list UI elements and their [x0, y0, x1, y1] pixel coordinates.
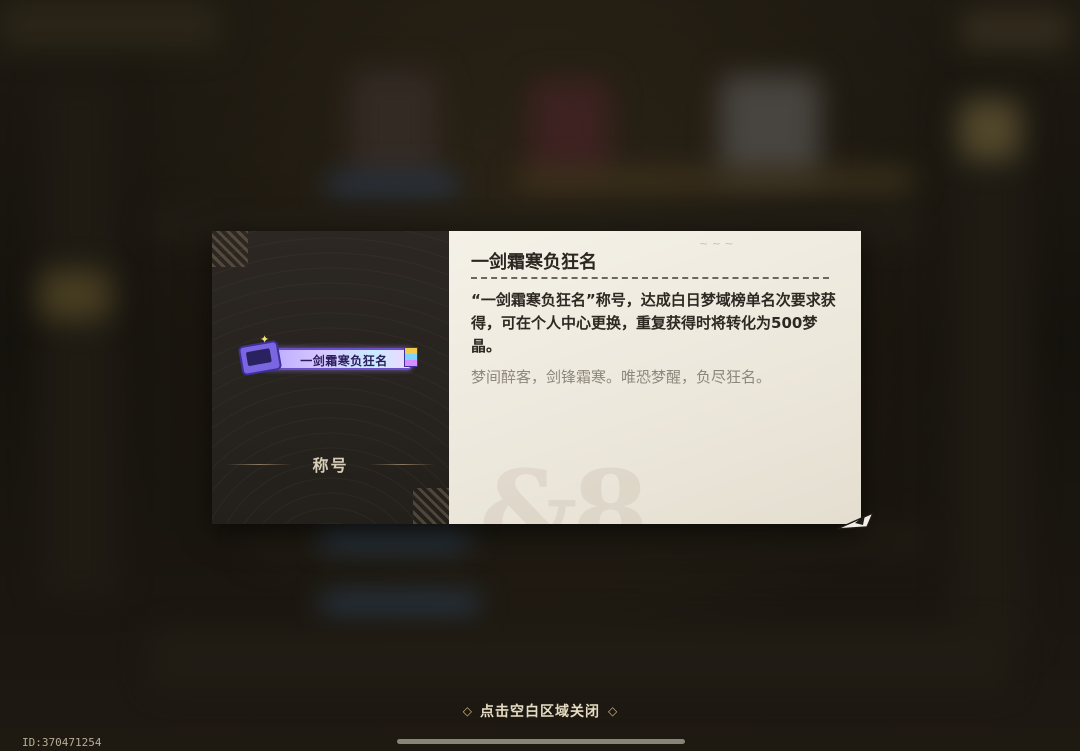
divider — [226, 463, 293, 465]
diamond-icon: ◇ — [462, 704, 472, 718]
item-info-pane: &8 ~ ~ ~ 一剑霜寒负狂名 “一剑霜寒负狂名”称号，达成白日梦域榜单名次要… — [449, 231, 861, 524]
page-curl-icon[interactable] — [833, 509, 877, 531]
sparkle-icon: ✦ — [260, 333, 270, 346]
corner-ornament — [212, 231, 248, 267]
item-description: “一剑霜寒负狂名”称号，达成白日梦域榜单名次要求获得，可在个人中心更换，重复获得… — [471, 291, 836, 355]
item-flavor-text: 梦间醉客，剑锋霜寒。唯恐梦醒，负尽狂名。 — [471, 368, 772, 386]
diamond-icon: ◇ — [608, 704, 618, 718]
close-hint-label: 点击空白区域关闭 — [480, 704, 600, 720]
background-scribble: ~ ~ ~ — [699, 237, 734, 250]
title-badge-text: 一剑霜寒负狂名 — [300, 354, 388, 368]
background-watermark: &8 — [479, 446, 649, 524]
dashed-divider — [471, 277, 829, 279]
close-hint-button[interactable]: ◇ 点击空白区域关闭 ◇ — [0, 699, 1080, 723]
title-badge: 一剑霜寒负狂名 ✦ — [237, 333, 420, 379]
player-id: ID:370471254 — [22, 736, 102, 749]
corner-ornament — [413, 488, 449, 524]
item-name: 一剑霜寒负狂名 — [471, 252, 597, 273]
divider — [368, 463, 435, 465]
home-indicator[interactable] — [397, 739, 685, 744]
item-category-label: 称号 — [312, 456, 349, 475]
cube-icon — [404, 347, 418, 367]
item-preview-pane: 一剑霜寒负狂名 ✦ 称号 — [212, 231, 449, 524]
title-detail-popup: 一剑霜寒负狂名 ✦ 称号 &8 ~ ~ ~ 一剑霜寒负狂名 “一剑霜寒负狂名”称… — [212, 231, 875, 530]
item-category: 称号 — [212, 449, 449, 479]
